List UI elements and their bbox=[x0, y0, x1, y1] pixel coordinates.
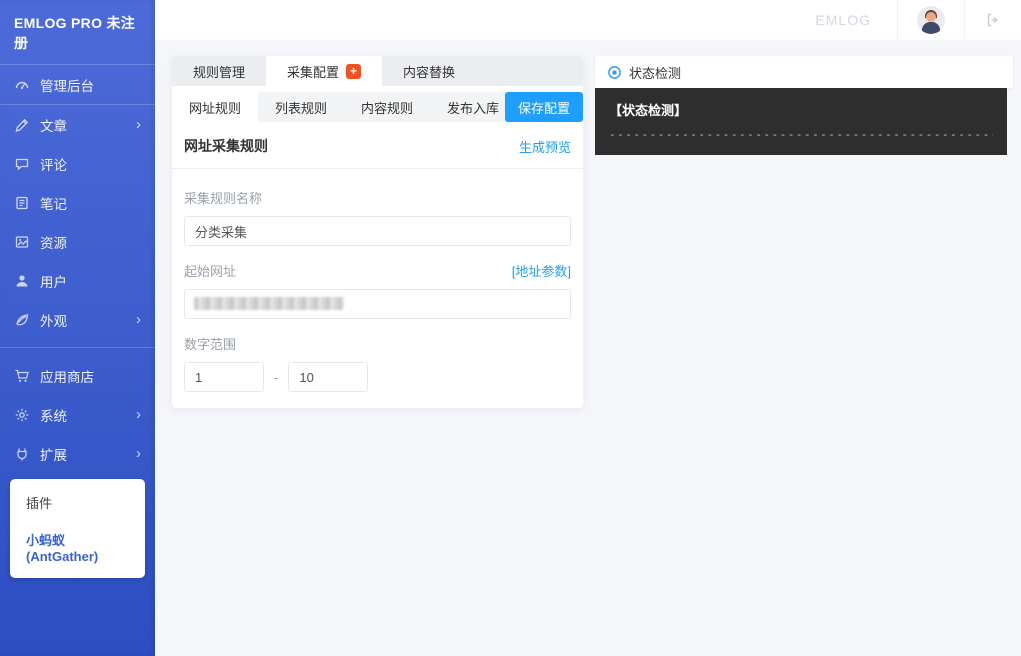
palette-icon bbox=[14, 312, 30, 328]
sidebar-item-label: 文章 bbox=[40, 115, 67, 135]
sidebar-item-label: 资源 bbox=[40, 232, 67, 252]
subtab-url-rules[interactable]: 网址规则 bbox=[172, 92, 258, 122]
sidebar-item-articles[interactable]: 文章 › bbox=[0, 105, 155, 144]
tab-label: 内容替换 bbox=[403, 62, 455, 81]
sidebar-item-system[interactable]: 系统 › bbox=[0, 395, 155, 434]
status-target-icon bbox=[607, 65, 622, 80]
chevron-right-icon: › bbox=[136, 446, 141, 461]
tab-label: 采集配置 bbox=[287, 62, 339, 81]
cart-icon bbox=[14, 368, 30, 384]
app-title: EMLOG PRO 未注册 bbox=[0, 0, 155, 64]
submenu-item-plugins[interactable]: 插件 bbox=[10, 484, 145, 521]
range-from-input[interactable] bbox=[184, 362, 264, 392]
status-panel-header: 状态检测 bbox=[595, 56, 1013, 88]
plug-icon bbox=[14, 446, 30, 462]
sidebar-item-dashboard[interactable]: 管理后台 bbox=[0, 65, 155, 104]
sidebar-item-extensions[interactable]: 扩展 › bbox=[0, 434, 155, 473]
avatar-face bbox=[926, 12, 936, 22]
sidebar-item-comments[interactable]: 评论 bbox=[0, 144, 155, 183]
main-tab-bar: 规则管理 采集配置 + 内容替换 bbox=[172, 56, 583, 86]
collector-config-card: 规则管理 采集配置 + 内容替换 网址规则 列表规则 内容规则 发布入库 保存配… bbox=[172, 56, 583, 408]
sidebar-item-notes[interactable]: 笔记 bbox=[0, 183, 155, 222]
avatar bbox=[917, 6, 945, 34]
user-avatar[interactable] bbox=[898, 6, 964, 34]
tab-collect-config[interactable]: 采集配置 + bbox=[266, 56, 382, 86]
gear-icon bbox=[14, 407, 30, 423]
sidebar-item-app-store[interactable]: 应用商店 bbox=[0, 356, 155, 395]
form-title: 网址采集规则 bbox=[184, 136, 268, 156]
sidebar-item-label: 用户 bbox=[40, 271, 67, 291]
start-url-field bbox=[184, 289, 571, 319]
console-divider: ----------------------------------------… bbox=[609, 128, 993, 141]
range-to-input[interactable] bbox=[288, 362, 368, 392]
subtab-publish[interactable]: 发布入库 bbox=[430, 92, 516, 122]
user-icon bbox=[14, 273, 30, 289]
url-params-link[interactable]: [地址参数] bbox=[512, 261, 571, 280]
subtab-content-rules[interactable]: 内容规则 bbox=[344, 92, 430, 122]
sidebar-item-users[interactable]: 用户 bbox=[0, 261, 155, 300]
pencil-icon bbox=[14, 117, 30, 133]
chevron-right-icon: › bbox=[136, 117, 141, 132]
avatar-body bbox=[922, 22, 940, 34]
rule-name-input[interactable] bbox=[184, 216, 571, 246]
range-separator: - bbox=[274, 370, 278, 385]
sidebar-item-label: 管理后台 bbox=[40, 75, 94, 95]
form-header: 网址采集规则 生成预览 bbox=[172, 124, 583, 169]
logout-button[interactable] bbox=[965, 12, 1021, 28]
chevron-right-icon: › bbox=[136, 312, 141, 327]
subtab-list-rules[interactable]: 列表规则 bbox=[258, 92, 344, 122]
add-config-badge[interactable]: + bbox=[346, 64, 361, 79]
censored-url-value bbox=[194, 297, 344, 310]
url-rule-form: 采集规则名称 起始网址 [地址参数] 数字范围 - bbox=[172, 169, 583, 392]
rule-name-label: 采集规则名称 bbox=[184, 188, 262, 207]
sidebar-item-resources[interactable]: 资源 bbox=[0, 222, 155, 261]
brand-logo[interactable]: EMLOG bbox=[815, 12, 871, 28]
logout-icon bbox=[985, 12, 1001, 28]
sidebar-item-label: 外观 bbox=[40, 310, 67, 330]
extensions-submenu: 插件 小蚂蚁(AntGather) bbox=[10, 479, 145, 578]
start-url-label: 起始网址 bbox=[184, 261, 236, 280]
tab-rule-management[interactable]: 规则管理 bbox=[172, 56, 266, 86]
submenu-item-antgather[interactable]: 小蚂蚁(AntGather) bbox=[10, 521, 145, 573]
console-heading: 【状态检测】 bbox=[609, 100, 993, 119]
sidebar-item-label: 笔记 bbox=[40, 193, 67, 213]
number-range-label: 数字范围 bbox=[184, 334, 236, 353]
sidebar-item-label: 扩展 bbox=[40, 444, 67, 464]
chevron-right-icon: › bbox=[136, 407, 141, 422]
status-console: 【状态检测】 ---------------------------------… bbox=[595, 88, 1007, 155]
top-header: EMLOG bbox=[155, 0, 1021, 40]
save-config-button[interactable]: 保存配置 bbox=[505, 92, 583, 122]
comment-icon bbox=[14, 156, 30, 172]
sidebar-divider bbox=[0, 347, 155, 348]
tab-label: 规则管理 bbox=[193, 62, 245, 81]
image-icon bbox=[14, 234, 30, 250]
dashboard-icon bbox=[14, 77, 30, 93]
generate-preview-link[interactable]: 生成预览 bbox=[519, 137, 571, 156]
note-icon bbox=[14, 195, 30, 211]
sidebar-item-label: 评论 bbox=[40, 154, 67, 174]
status-panel: 状态检测 【状态检测】 ----------------------------… bbox=[595, 56, 1013, 155]
sidebar-item-label: 应用商店 bbox=[40, 366, 94, 386]
sub-tab-bar: 网址规则 列表规则 内容规则 发布入库 保存配置 bbox=[172, 92, 583, 122]
sidebar-item-appearance[interactable]: 外观 › bbox=[0, 300, 155, 339]
tab-content-replace[interactable]: 内容替换 bbox=[382, 56, 476, 86]
status-panel-title: 状态检测 bbox=[629, 63, 681, 82]
sidebar-item-label: 系统 bbox=[40, 405, 67, 425]
number-range-row: - bbox=[184, 362, 571, 392]
sidebar: EMLOG PRO 未注册 管理后台 文章 › 评论 笔记 资源 bbox=[0, 0, 155, 656]
